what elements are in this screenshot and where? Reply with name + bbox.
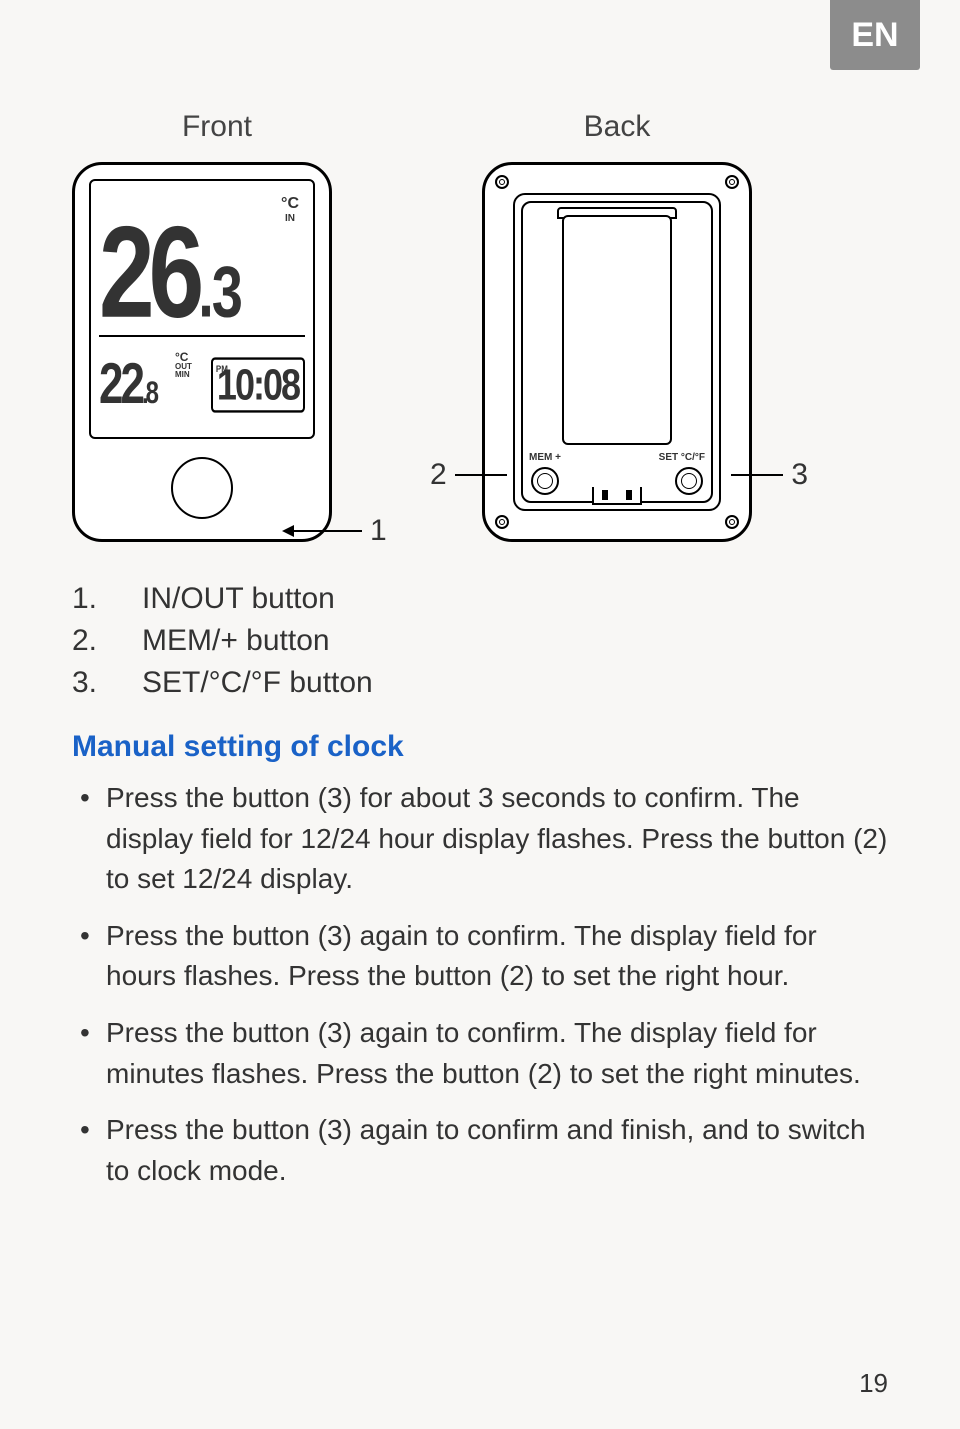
legend-num: 3. — [72, 666, 142, 700]
main-temp-dec: .3 — [198, 250, 241, 332]
out-temp-dec: .8 — [142, 376, 156, 411]
screw-icon — [495, 175, 509, 189]
callout-1-number: 1 — [370, 514, 387, 548]
min-indicator: MIN — [175, 370, 190, 379]
language-tab: EN — [830, 0, 920, 70]
mem-button-label: MEM + — [529, 453, 561, 463]
screw-icon — [495, 515, 509, 529]
set-button-icon — [675, 467, 703, 495]
instruction-list: Press the button (3) for about 3 seconds… — [72, 778, 888, 1191]
device-diagrams: Front 26.3 °C IN — [72, 110, 888, 542]
out-temp-int: 22 — [99, 352, 142, 416]
lcd-main-temp: 26.3 °C IN — [99, 189, 305, 331]
callout-2: 2 — [422, 458, 507, 492]
section-heading: Manual setting of clock — [72, 730, 888, 764]
page-content: Front 26.3 °C IN — [0, 0, 960, 1247]
back-diagram-column: Back MEM + SET °C/°F — [452, 110, 782, 542]
set-button-label: SET °C/°F — [659, 453, 705, 463]
legend-item: 2. MEM/+ button — [72, 624, 888, 658]
page-number: 19 — [859, 1368, 888, 1399]
legend-text: SET/°C/°F button — [142, 666, 373, 700]
callout-line — [292, 530, 362, 532]
front-wrap: 26.3 °C IN 22.8 — [72, 162, 362, 542]
battery-cover — [562, 215, 672, 445]
out-unit-block: °C OUT MIN — [175, 341, 192, 379]
callout-3: 3 — [731, 458, 816, 492]
lcd-bottom-row: 22.8 °C OUT MIN PM 10:08 — [99, 341, 305, 429]
legend-item: 1. IN/OUT button — [72, 582, 888, 616]
in-indicator: IN — [285, 213, 295, 224]
out-temp: 22.8 — [99, 352, 156, 417]
clock-time: 10:08 — [217, 360, 299, 409]
front-label: Front — [182, 110, 252, 144]
clock-pm: PM — [216, 363, 228, 374]
screw-icon — [725, 515, 739, 529]
legend-text: MEM/+ button — [142, 624, 330, 658]
button-legend: 1. IN/OUT button 2. MEM/+ button 3. SET/… — [72, 582, 888, 700]
clock-display: PM 10:08 — [211, 357, 305, 412]
device-front: 26.3 °C IN 22.8 — [72, 162, 332, 542]
back-wrap: MEM + SET °C/°F 2 3 — [452, 162, 782, 542]
main-unit-block: °C IN — [281, 195, 299, 224]
battery-clip — [592, 487, 642, 505]
legend-item: 3. SET/°C/°F button — [72, 666, 888, 700]
instruction-item: Press the button (3) again to confirm. T… — [106, 916, 888, 997]
front-diagram-column: Front 26.3 °C IN — [72, 110, 362, 542]
legend-text: IN/OUT button — [142, 582, 335, 616]
instruction-item: Press the button (3) again to confirm. T… — [106, 1013, 888, 1094]
instruction-item: Press the button (3) for about 3 seconds… — [106, 778, 888, 900]
mem-button-icon — [531, 467, 559, 495]
in-out-button-icon — [171, 457, 233, 519]
device-back: MEM + SET °C/°F — [482, 162, 752, 542]
callout-1: 1 — [282, 514, 387, 548]
back-label: Back — [584, 110, 651, 144]
screw-icon — [725, 175, 739, 189]
main-unit: °C — [281, 195, 299, 213]
main-temp-int: 26 — [99, 199, 198, 345]
callout-3-number: 3 — [791, 458, 808, 492]
legend-num: 2. — [72, 624, 142, 658]
instruction-item: Press the button (3) again to confirm an… — [106, 1110, 888, 1191]
callout-line — [731, 474, 783, 476]
callout-line — [455, 474, 507, 476]
lcd-screen: 26.3 °C IN 22.8 — [89, 179, 315, 439]
legend-num: 1. — [72, 582, 142, 616]
main-temp: 26.3 — [99, 214, 241, 331]
callout-2-number: 2 — [430, 458, 447, 492]
